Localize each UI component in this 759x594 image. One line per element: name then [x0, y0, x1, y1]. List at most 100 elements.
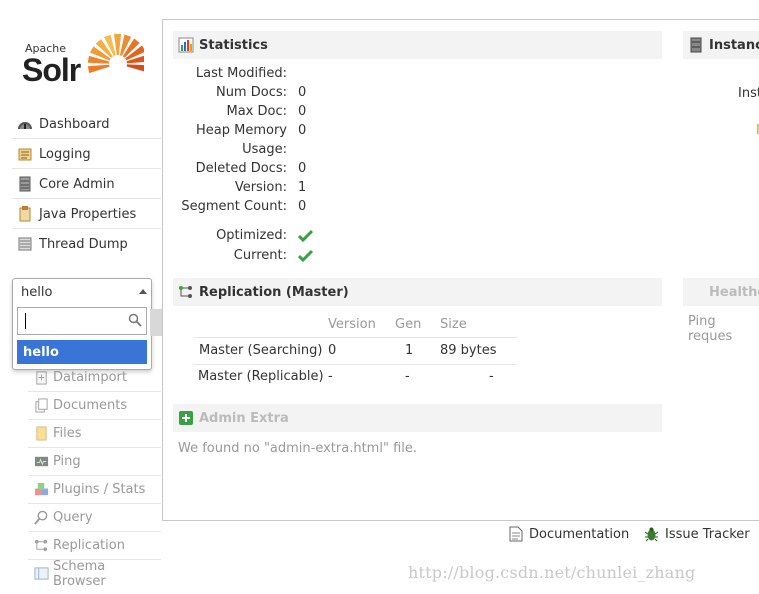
stat-value: 0	[298, 85, 307, 100]
stat-value: 0	[298, 123, 307, 138]
nav-dataimport[interactable]: Dataimport	[28, 364, 161, 392]
documents-icon	[35, 398, 48, 413]
documentation-link[interactable]: Documentation	[509, 526, 629, 542]
issue-tracker-label: Issue Tracker	[665, 526, 750, 542]
nav-dashboard[interactable]: Dashboard	[12, 110, 161, 139]
stat-row-optimized: Optimized:	[174, 228, 374, 247]
stat-label: Heap Memory	[196, 123, 287, 138]
nav-core-admin[interactable]: Core Admin	[12, 170, 161, 199]
search-icon	[128, 313, 142, 327]
instance-header: Instanc	[683, 31, 759, 59]
core-search-input[interactable]	[17, 307, 147, 335]
nav-plugins-stats[interactable]: Plugins / Stats	[28, 476, 161, 504]
stat-row: Num Docs: 0	[174, 85, 374, 104]
nav-thread-dump[interactable]: Thread Dump	[12, 230, 161, 258]
files-icon	[36, 426, 47, 441]
check-icon	[298, 229, 313, 243]
nav-schema-browser[interactable]: Schema Browser	[28, 559, 161, 589]
chevron-up-icon[interactable]	[139, 289, 147, 294]
core-selector-current[interactable]: hello	[13, 279, 151, 305]
table-cell: 89 bytes	[440, 343, 497, 358]
table-cell: 1	[405, 343, 414, 358]
healthcheck-title: Healthc	[709, 284, 759, 300]
solr-logo[interactable]: Apache Solr	[20, 24, 145, 94]
stat-label: Max Doc:	[226, 104, 288, 119]
stat-row: Usage:	[174, 142, 374, 161]
stat-row: Version: 1	[174, 180, 374, 199]
nav-query[interactable]: Query	[28, 504, 161, 532]
issue-tracker-link[interactable]: Issue Tracker	[644, 526, 750, 542]
bug-icon	[644, 527, 659, 542]
check-icon	[298, 249, 313, 263]
stat-label: Version:	[234, 180, 287, 195]
healthcheck-text: Ping reques	[688, 314, 733, 344]
thread-dump-icon	[18, 237, 32, 251]
nav-java-properties[interactable]: Java Properties	[12, 200, 161, 229]
nav-documents[interactable]: Documents	[28, 392, 161, 420]
dashboard-icon	[18, 122, 32, 129]
stat-row: Segment Count: 0	[174, 199, 374, 218]
bar-chart-icon	[178, 37, 194, 53]
stat-label: Optimized:	[216, 228, 287, 243]
nav-dataimport-label: Dataimport	[53, 370, 127, 385]
healthcheck-header: Healthc	[683, 278, 759, 306]
magnifier-icon	[34, 510, 48, 525]
replication-title: Replication (Master)	[199, 284, 349, 300]
core-admin-icon	[19, 176, 31, 192]
document-icon	[509, 526, 523, 542]
nav-files[interactable]: Files	[28, 420, 161, 448]
instance-title: Instanc	[709, 37, 759, 53]
ping-icon	[34, 456, 49, 467]
table-cell: -	[405, 369, 410, 384]
stat-value: 1	[298, 180, 307, 195]
stat-value: 0	[298, 161, 307, 176]
nav-core-admin-label: Core Admin	[39, 176, 115, 192]
column-header: Version	[328, 317, 376, 332]
nav-replication-label: Replication	[53, 538, 125, 553]
core-option-label: hello	[23, 344, 59, 360]
stat-row-current: Current:	[174, 248, 374, 267]
nav-ping-label: Ping	[53, 454, 81, 469]
admin-extra-message: We found no "admin-extra.html" file.	[178, 441, 418, 456]
statistics-header: Statistics	[173, 31, 662, 59]
row-divider	[193, 337, 517, 338]
nav-dashboard-label: Dashboard	[39, 116, 110, 132]
documentation-label: Documentation	[529, 526, 630, 542]
table-cell: 0	[328, 343, 337, 358]
nav-thread-dump-label: Thread Dump	[39, 236, 128, 252]
admin-extra-header: Admin Extra	[173, 404, 662, 432]
core-option-hello[interactable]: hello	[17, 340, 147, 364]
stat-row: Last Modified:	[174, 66, 374, 85]
java-properties-icon	[19, 206, 31, 222]
stat-label: Last Modified:	[195, 66, 287, 81]
stat-value: 0	[298, 104, 307, 119]
nav-plugins-stats-label: Plugins / Stats	[53, 482, 146, 497]
instance-text: Inst	[738, 86, 759, 101]
replication-header: Replication (Master)	[173, 278, 662, 306]
replication-icon	[179, 286, 192, 298]
dataimport-icon	[36, 371, 47, 385]
replication-table: Version Gen Size Master (Searching) 0 1 …	[193, 314, 517, 390]
nav-documents-label: Documents	[53, 398, 128, 413]
plugins-icon	[34, 482, 49, 496]
stat-row: Max Doc: 0	[174, 104, 374, 123]
core-selector[interactable]: hello hello	[12, 278, 152, 370]
stat-value: 0	[298, 199, 307, 214]
statistics-title: Statistics	[199, 37, 268, 53]
text-caret	[25, 313, 26, 329]
plus-icon	[179, 411, 193, 425]
nav-ping[interactable]: Ping	[28, 448, 161, 476]
column-header: Size	[440, 317, 467, 332]
stat-row: Deleted Docs: 0	[174, 161, 374, 180]
stat-label: Segment Count:	[181, 199, 287, 214]
schema-browser-icon	[34, 567, 49, 580]
nav-replication[interactable]: Replication	[28, 532, 161, 560]
table-cell: -	[328, 369, 333, 384]
nav-logging[interactable]: Logging	[12, 140, 161, 169]
watermark-text: http://blog.csdn.net/chunlei_zhang	[408, 563, 696, 582]
replication-icon	[34, 539, 48, 552]
sunburst-icon	[87, 34, 144, 74]
sidebar-scroll-indicator	[150, 309, 162, 336]
table-cell: Master (Searching)	[199, 343, 323, 358]
stat-row: Heap Memory 0	[174, 123, 374, 142]
